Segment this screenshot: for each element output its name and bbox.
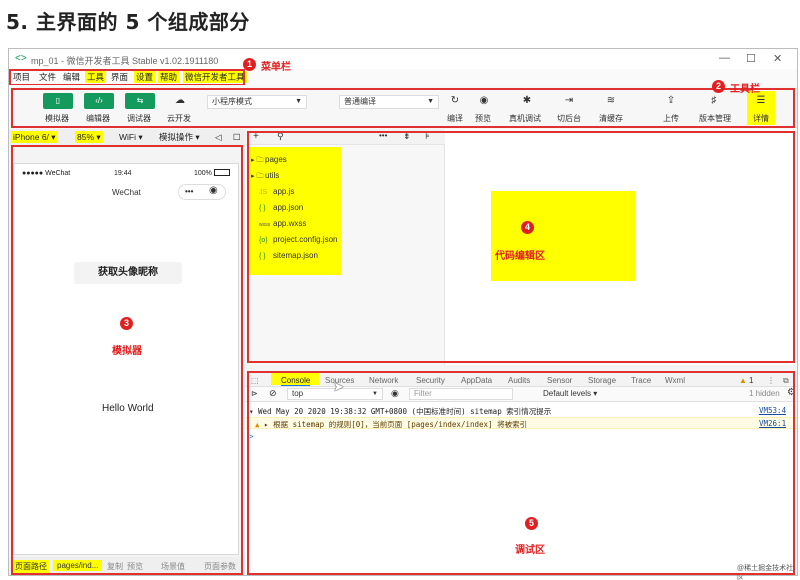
volume-icon[interactable]: ◁ — [213, 131, 224, 143]
network-select[interactable]: WiFi ▾ — [117, 131, 145, 143]
operation-value: 模拟操作 — [159, 132, 194, 142]
annotation-label-toolbar: 工具栏 — [730, 84, 760, 95]
zoom-select[interactable]: 85% ▾ — [75, 131, 103, 143]
title-bar: <> mp_01 - 微信开发者工具 Stable v1.02.1911180 … — [9, 49, 797, 69]
simulator-topbar: iPhone 6/ ▾ 85% ▾ WiFi ▾ 模拟操作 ▾ ◁ ☐ — [9, 129, 245, 145]
operation-select[interactable]: 模拟操作 ▾ — [157, 131, 202, 143]
minimize-icon[interactable]: — — [719, 52, 730, 64]
annotation-label-menubar: 菜单栏 — [261, 62, 291, 73]
maximize-icon[interactable]: ☐ — [746, 52, 756, 65]
wechat-devtools-icon: <> — [15, 53, 27, 64]
toolbar-highlight-box — [11, 88, 795, 128]
zoom-value: 85% — [77, 132, 95, 142]
network-value: WiFi — [119, 132, 136, 142]
mouse-cursor-icon: ➤ — [333, 379, 344, 394]
device-select[interactable]: iPhone 6/ ▾ — [11, 131, 58, 143]
menubar-highlight-box — [9, 69, 245, 86]
close-icon[interactable]: ✕ — [773, 52, 782, 65]
editor-highlight-box — [247, 131, 795, 363]
devtools-window: <> mp_01 - 微信开发者工具 Stable v1.02.1911180 … — [8, 48, 798, 580]
annotation-badge-2: 2 — [712, 80, 725, 93]
rotate-icon[interactable]: ☐ — [231, 131, 243, 143]
simulator-highlight-box — [11, 145, 243, 575]
debug-highlight-box — [247, 371, 795, 575]
page-heading: 5. 主界面的 5 个组成部分 — [6, 10, 250, 34]
annotation-badge-1: 1 — [243, 58, 256, 71]
window-title: mp_01 - 微信开发者工具 Stable v1.02.1911180 — [31, 56, 219, 66]
device-value: iPhone 6/ — [13, 132, 49, 142]
